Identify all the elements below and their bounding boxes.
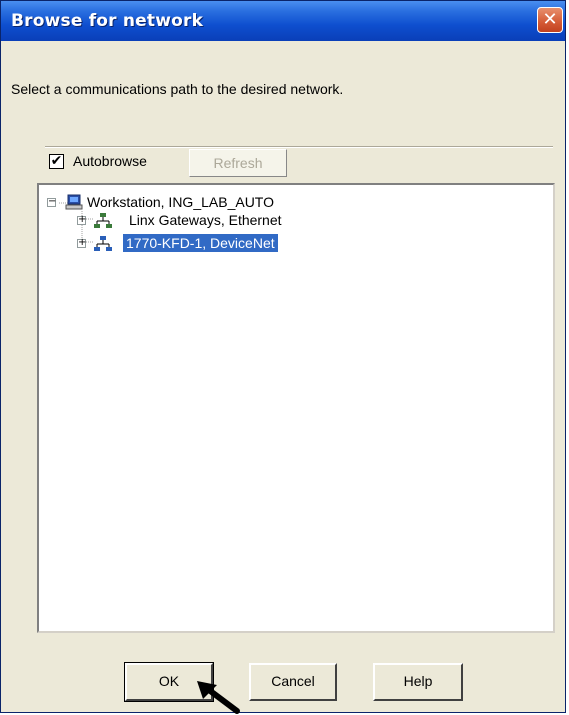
- network-icon: [94, 213, 112, 228]
- network-tree[interactable]: − Workstation, ING_LAB_AUTO + Linx Gatew…: [37, 183, 555, 633]
- refresh-button[interactable]: Refresh: [189, 149, 287, 177]
- tree-node-workstation[interactable]: − Workstation, ING_LAB_AUTO: [39, 193, 339, 213]
- expand-icon[interactable]: +: [77, 214, 86, 225]
- title-bar[interactable]: Browse for network ✕: [1, 1, 565, 41]
- collapse-icon[interactable]: −: [47, 196, 56, 207]
- pointer-arrow-icon: [197, 681, 240, 714]
- check-icon: ✔: [50, 153, 63, 169]
- close-button[interactable]: ✕: [537, 7, 563, 33]
- autobrowse-label[interactable]: Autobrowse: [73, 153, 147, 169]
- window-title: Browse for network: [11, 11, 204, 31]
- tree-node-devicenet[interactable]: + 1770-KFD-1, DeviceNet: [39, 234, 359, 254]
- tree-label-linx-gateways: Linx Gateways, Ethernet: [129, 212, 282, 228]
- tree-label-devicenet: 1770-KFD-1, DeviceNet: [123, 234, 278, 252]
- browse-for-network-dialog: Browse for network ✕ Select a communicat…: [0, 0, 566, 714]
- cancel-button[interactable]: Cancel: [249, 663, 337, 701]
- tree-node-linx-gateways[interactable]: + Linx Gateways, Ethernet: [39, 211, 359, 231]
- autobrowse-checkbox[interactable]: ✔: [49, 153, 64, 169]
- network-icon: [94, 236, 112, 251]
- help-label: Help: [403, 673, 433, 689]
- tree-label-workstation: Workstation, ING_LAB_AUTO: [87, 194, 274, 210]
- cancel-label: Cancel: [271, 673, 315, 689]
- refresh-label: Refresh: [213, 155, 263, 171]
- help-button[interactable]: Help: [373, 663, 463, 701]
- close-icon: ✕: [542, 9, 558, 30]
- separator: [45, 146, 553, 148]
- expand-icon[interactable]: +: [77, 237, 86, 248]
- instruction-text: Select a communications path to the desi…: [11, 81, 344, 97]
- workstation-icon: [65, 194, 83, 210]
